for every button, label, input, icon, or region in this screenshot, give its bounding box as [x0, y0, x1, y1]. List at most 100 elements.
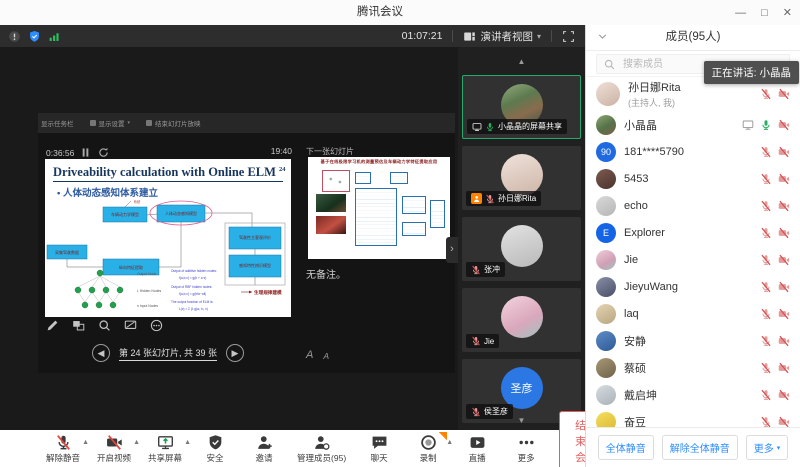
see-all-slides-icon[interactable]: [72, 319, 85, 332]
camera-off-icon[interactable]: [778, 416, 790, 428]
toolbar-label: 直播: [469, 452, 486, 464]
pen-tool-icon[interactable]: [46, 319, 59, 332]
member-row[interactable]: JieyuWang: [586, 273, 800, 300]
mic-off-icon[interactable]: [760, 173, 772, 185]
svg-text:f(a,b,x) = g(b + a·x): f(a,b,x) = g(b + a·x): [179, 276, 206, 280]
cam-off-icon: [106, 434, 123, 451]
toolbar-label: 录制: [420, 452, 437, 464]
more-options-icon[interactable]: [150, 319, 163, 332]
presenter-toolbar: 显示任务栏 显示设置▾ 结束幻灯片放映: [38, 113, 455, 133]
camera-off-icon[interactable]: [778, 200, 790, 212]
camera-off-icon[interactable]: [778, 173, 790, 185]
pause-timer-icon[interactable]: [79, 146, 92, 159]
video-tile[interactable]: 小晶晶的屏幕共享: [462, 75, 581, 139]
black-screen-icon[interactable]: [124, 319, 137, 332]
tile-name-label: Jie: [466, 334, 499, 348]
member-row[interactable]: 蔡硕: [586, 354, 800, 381]
toolbar-live[interactable]: 直播: [461, 434, 493, 464]
camera-off-icon[interactable]: [778, 88, 790, 100]
toolbar-record[interactable]: ▲录制: [412, 434, 444, 464]
member-row[interactable]: 奋豆: [586, 408, 800, 428]
mic-off-icon[interactable]: [760, 200, 772, 212]
mic-off-icon[interactable]: [760, 281, 772, 293]
previous-slide-button[interactable]: ◀: [92, 344, 110, 362]
caret-up-icon[interactable]: ▲: [446, 439, 453, 446]
video-tile[interactable]: Jie: [462, 288, 581, 352]
mic-off-icon[interactable]: [760, 335, 772, 347]
member-row[interactable]: 安静: [586, 327, 800, 354]
info-icon[interactable]: [8, 30, 21, 43]
more-button[interactable]: 更多▾: [746, 435, 789, 460]
font-decrease-button[interactable]: A: [323, 351, 329, 361]
toolbar-shield[interactable]: 安全: [199, 434, 231, 464]
slide-position-text: 第 24 张幻灯片, 共 39 张: [119, 346, 217, 361]
camera-off-icon[interactable]: [778, 119, 790, 131]
toolbar-mic-off[interactable]: ▲解除静音: [46, 434, 80, 464]
mic-off-icon[interactable]: [760, 416, 772, 428]
video-thumbnail-strip: ▲ 小晶晶的屏幕共享孙日娜Rita张冲Jie圣彦侯圣彦 ▼: [458, 47, 585, 430]
mic-off-icon[interactable]: [760, 254, 772, 266]
mic-off-icon[interactable]: [760, 389, 772, 401]
footer-button[interactable]: 全体静音: [598, 435, 654, 460]
collapse-video-strip-button[interactable]: ›: [446, 237, 458, 263]
close-button[interactable]: ✕: [783, 6, 792, 19]
svg-text:系统: 系统: [134, 199, 141, 204]
member-row[interactable]: 戴启坤: [586, 381, 800, 408]
svg-text:f(a,b,x) = g(b‖x−a‖): f(a,b,x) = g(b‖x−a‖): [179, 292, 206, 296]
camera-off-icon[interactable]: [778, 362, 790, 374]
member-avatar: [596, 115, 616, 135]
next-slide-thumbnail[interactable]: 基于在线极限学习机的测量预估及车辆动力学特征提取应用: [308, 157, 450, 259]
svg-text:驾驶性主客观评价: 驾驶性主客观评价: [239, 234, 271, 240]
font-increase-button[interactable]: A: [306, 349, 313, 361]
member-row[interactable]: 90181****5790: [586, 138, 800, 165]
caret-up-icon[interactable]: ▲: [82, 439, 89, 446]
mic-off-icon[interactable]: [760, 308, 772, 320]
camera-off-icon[interactable]: [778, 227, 790, 239]
host-badge-icon: [471, 193, 482, 204]
member-row[interactable]: E Explorer: [586, 219, 800, 246]
toolbar-screen-share[interactable]: ▲共享屏幕: [148, 434, 182, 464]
zoom-slide-icon[interactable]: [98, 319, 111, 332]
toolbar-cam-off[interactable]: ▲开启视频: [97, 434, 131, 464]
member-name: Explorer: [624, 227, 665, 239]
camera-off-icon[interactable]: [778, 281, 790, 293]
scroll-up-arrow[interactable]: ▲: [458, 56, 585, 68]
member-row[interactable]: laq: [586, 300, 800, 327]
camera-off-icon[interactable]: [778, 389, 790, 401]
member-avatar: E: [596, 223, 616, 243]
mic-off-icon[interactable]: [760, 227, 772, 239]
camera-off-icon[interactable]: [778, 308, 790, 320]
mic-on-icon[interactable]: [760, 119, 772, 131]
mic-off-icon[interactable]: [760, 88, 772, 100]
toolbar-chat[interactable]: 聊天: [363, 434, 395, 464]
mic-off-icon[interactable]: [760, 362, 772, 374]
camera-off-icon[interactable]: [778, 254, 790, 266]
camera-off-icon[interactable]: [778, 146, 790, 158]
member-row[interactable]: 5453: [586, 165, 800, 192]
video-tile[interactable]: 张冲: [462, 217, 581, 281]
member-row[interactable]: 小晶晶: [586, 111, 800, 138]
minimize-button[interactable]: —: [735, 7, 746, 19]
next-slide-button[interactable]: ▶: [226, 344, 244, 362]
caret-up-icon[interactable]: ▲: [133, 439, 140, 446]
footer-button[interactable]: 解除全体静音: [662, 435, 738, 460]
video-tile[interactable]: 孙日娜Rita: [462, 146, 581, 210]
presenter-toolbar-item[interactable]: 显示设置▾: [90, 118, 131, 128]
toolbar-more[interactable]: 更多: [510, 434, 542, 464]
shield-icon[interactable]: [28, 30, 41, 43]
caret-up-icon[interactable]: ▲: [184, 439, 191, 446]
view-mode-selector[interactable]: 演讲者视图 ▾: [463, 29, 541, 44]
toolbar-invite[interactable]: 邀请: [248, 434, 280, 464]
member-row[interactable]: echo: [586, 192, 800, 219]
member-row[interactable]: Jie: [586, 246, 800, 273]
presenter-toolbar-item[interactable]: 结束幻灯片放映: [146, 118, 201, 128]
maximize-button[interactable]: □: [761, 7, 768, 19]
restart-timer-icon[interactable]: [97, 146, 110, 159]
mic-off-icon[interactable]: [760, 146, 772, 158]
camera-off-icon[interactable]: [778, 335, 790, 347]
meeting-duration: 01:07:21: [402, 30, 443, 42]
presenter-toolbar-item[interactable]: 显示任务栏: [41, 118, 74, 128]
toolbar-label: 更多: [518, 452, 535, 464]
toolbar-members[interactable]: 管理成员(95): [297, 434, 346, 464]
fullscreen-icon[interactable]: [562, 30, 575, 43]
